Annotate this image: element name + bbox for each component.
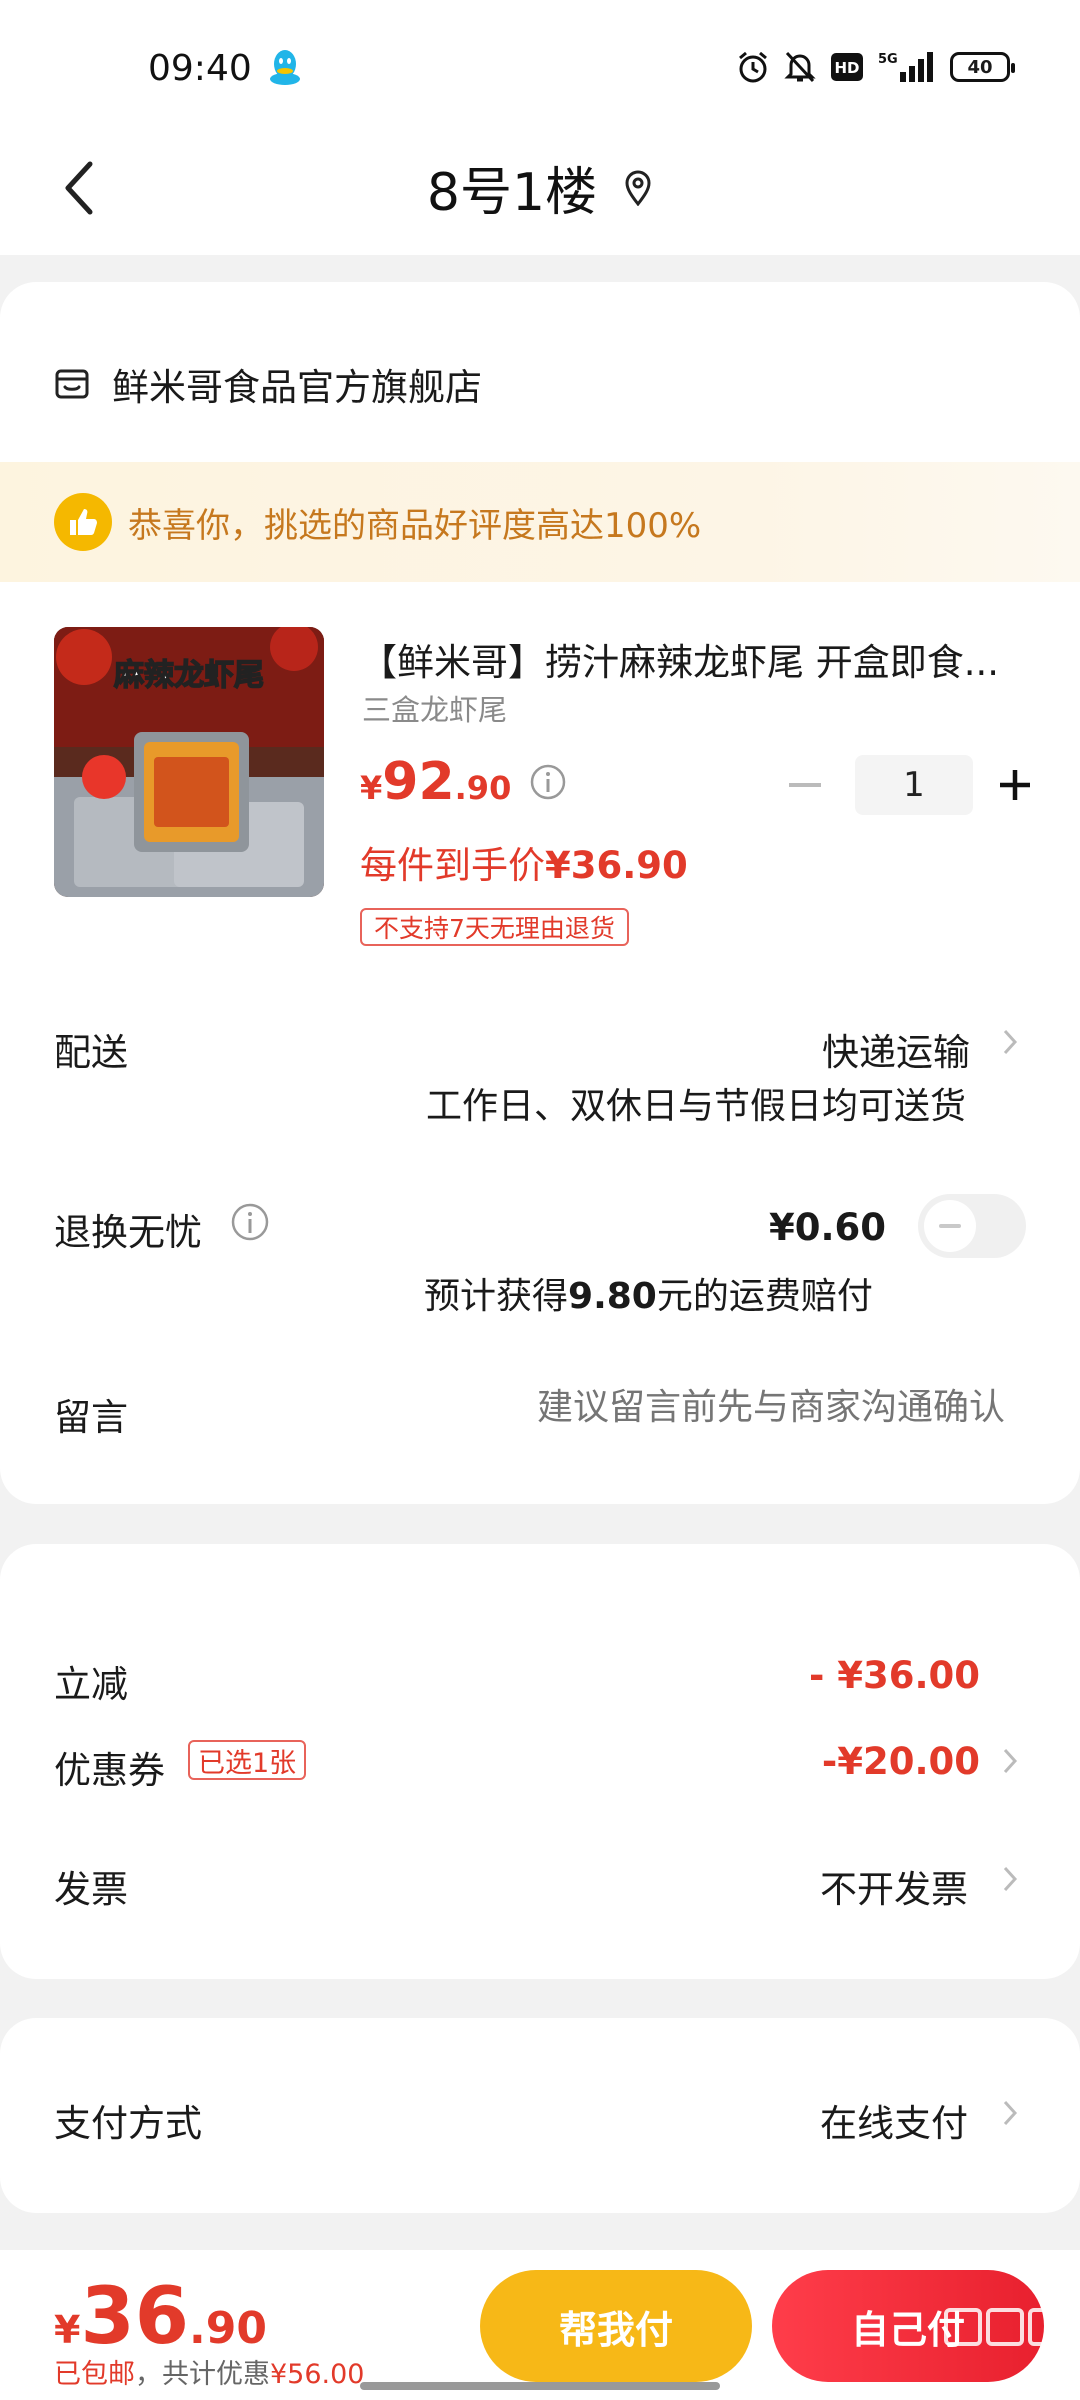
- total-note: 已包邮，共计优惠¥56.00: [54, 2352, 364, 2391]
- store-name: 鲜米哥食品官方旗舰店: [112, 366, 482, 409]
- discount-card: 立减 - ¥36.00 优惠券 已选1张 -¥20.00 发票 不开发票: [0, 1544, 1080, 1979]
- price-integer: 92: [382, 752, 455, 812]
- hd-icon: HD: [831, 53, 863, 81]
- discount-total: ¥56.00: [270, 2359, 365, 2390]
- status-time: 09:40: [148, 48, 252, 89]
- alarm-icon: [739, 51, 767, 83]
- price-symbol: ¥: [360, 769, 383, 807]
- quantity-stepper: 1: [785, 755, 1035, 815]
- product-image-caption: 麻辣龙虾尾: [114, 658, 264, 693]
- order-card: 鲜米哥食品官方旗舰店 恭喜你，挑选的商品好评度高达100% 麻辣龙虾尾 【鲜米哥…: [0, 282, 1080, 1504]
- invoice-chevron-icon[interactable]: [1000, 1862, 1020, 1896]
- banner-text: 恭喜你，挑选的商品好评度高达100%: [128, 505, 702, 546]
- svg-text:HD: HD: [834, 59, 859, 77]
- return-insurance-note: 预计获得9.80元的运费赔付: [424, 1267, 873, 1319]
- total-price: ¥ 36 .90: [54, 2272, 267, 2362]
- note-prefix: 预计获得: [424, 1276, 569, 1317]
- store-row[interactable]: 鲜米哥食品官方旗舰店: [54, 357, 482, 411]
- return-info-icon[interactable]: [230, 1202, 270, 1242]
- signal-5g-icon: 5G: [878, 52, 933, 82]
- battery-icon: 40: [950, 52, 1015, 82]
- watermark-logo: [944, 2308, 1066, 2346]
- delivery-label: 配送: [54, 1031, 128, 1074]
- product-title[interactable]: 【鲜米哥】捞汁麻辣龙虾尾 开盒即食...: [360, 632, 1030, 686]
- invoice-value[interactable]: 不开发票: [820, 1859, 968, 1913]
- coupon-label: 优惠券: [54, 1749, 165, 1792]
- status-bar: 09:40 HD 5G 40: [0, 0, 1080, 130]
- total-decimal: .90: [189, 2303, 267, 2354]
- note-amount: 9.80: [568, 1276, 657, 1317]
- quantity-value[interactable]: 1: [855, 755, 973, 815]
- qq-icon: [270, 50, 300, 85]
- checkout-bar: ¥ 36 .90 已包邮，共计优惠¥56.00 帮我付 自己付: [0, 2250, 1080, 2400]
- product-spec[interactable]: 三盒龙虾尾: [362, 687, 507, 729]
- product-price: ¥ 92 .90: [360, 752, 567, 812]
- battery-level: 40: [967, 56, 993, 78]
- status-icons: HD 5G 40: [736, 50, 1015, 84]
- discount-note-prefix: ，共计优惠: [135, 2359, 270, 2390]
- price-decimal: .90: [454, 769, 512, 807]
- store-icon: [55, 369, 89, 399]
- toggle-knob: [924, 1200, 976, 1252]
- decrease-button[interactable]: [785, 765, 825, 805]
- rating-banner: 恭喜你，挑选的商品好评度高达100%: [0, 462, 1080, 582]
- location-pin-icon[interactable]: [623, 170, 653, 206]
- payment-method-value[interactable]: 在线支付: [820, 2093, 968, 2147]
- shipping-note: 已包邮: [54, 2359, 135, 2390]
- return-insurance-price: ¥0.60: [768, 1206, 886, 1249]
- product-image[interactable]: 麻辣龙虾尾: [54, 627, 324, 897]
- note-suffix: 元的运费赔付: [656, 1276, 873, 1317]
- return-insurance-toggle[interactable]: [918, 1194, 1026, 1258]
- nav-bar: 8号1楼: [0, 130, 1080, 255]
- home-indicator[interactable]: [360, 2382, 720, 2390]
- coupon-selected-badge: 已选1张: [188, 1740, 307, 1780]
- total-symbol: ¥: [54, 2308, 81, 2352]
- delivery-chevron-icon[interactable]: [1000, 1025, 1020, 1059]
- instant-discount-label: 立减: [54, 1663, 128, 1706]
- payment-card: 支付方式 在线支付: [0, 2018, 1080, 2213]
- total-integer: 36: [80, 2272, 189, 2362]
- coupon-chevron-icon[interactable]: [1000, 1744, 1020, 1778]
- thumbs-up-icon: [54, 493, 112, 551]
- message-input[interactable]: [485, 1387, 1005, 1428]
- invoice-label: 发票: [54, 1868, 128, 1911]
- payment-chevron-icon[interactable]: [1000, 2096, 1020, 2130]
- price-info-icon[interactable]: [529, 763, 567, 801]
- help-pay-button[interactable]: 帮我付: [480, 2270, 752, 2382]
- message-label: 留言: [54, 1396, 128, 1439]
- return-insurance-label: 退换无忧: [54, 1211, 202, 1254]
- increase-button[interactable]: [995, 765, 1035, 805]
- coupon-value[interactable]: -¥20.00: [822, 1740, 980, 1783]
- delivery-note: 工作日、双休日与节假日均可送货: [425, 1086, 966, 1127]
- page-title[interactable]: 8号1楼: [427, 150, 597, 225]
- no-return-badge: 不支持7天无理由退货: [360, 908, 629, 946]
- hand-price-label: 每件到手价: [360, 844, 545, 887]
- mute-bell-icon: [784, 51, 816, 83]
- svg-text:5G: 5G: [878, 52, 898, 67]
- payment-method-label: 支付方式: [54, 2102, 202, 2145]
- hand-price-value: ¥36.90: [545, 844, 688, 887]
- instant-discount-value: - ¥36.00: [808, 1654, 980, 1697]
- hand-price: 每件到手价¥36.90: [360, 835, 688, 889]
- delivery-value[interactable]: 快递运输: [822, 1022, 970, 1076]
